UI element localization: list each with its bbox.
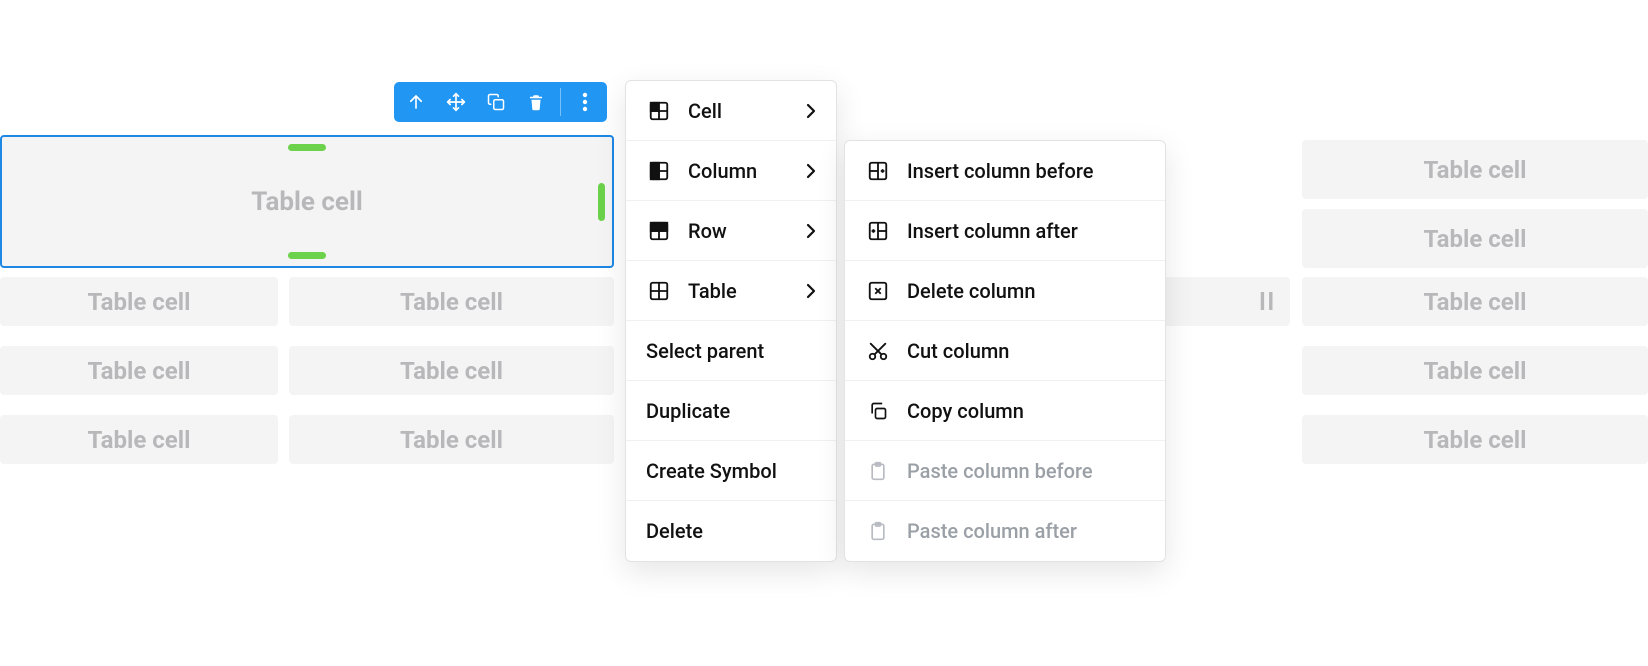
menu-item-label: Row [688,219,788,243]
table-cell-label: Table cell [1424,156,1527,184]
cell-icon [646,98,672,124]
submenu-item-label: Copy column [907,399,1145,423]
table-cell-label: Table cell [1424,288,1527,316]
menu-item-select-parent[interactable]: Select parent [626,321,836,381]
table-cell-label: Table cell [251,187,362,217]
table-cell[interactable]: Table cell [1302,209,1648,268]
menu-item-label: Create Symbol [646,459,816,483]
table-cell-label: Table cell [1424,426,1527,454]
menu-item-label: Table [688,279,788,303]
paste-icon [865,518,891,544]
table-icon [646,278,672,304]
menu-item-create-symbol[interactable]: Create Symbol [626,441,836,501]
table-cell-label: Table cell [88,288,191,316]
menu-item-label: Column [688,159,788,183]
submenu-item-copy-column[interactable]: Copy column [845,381,1165,441]
submenu-item-label: Delete column [907,279,1145,303]
copy-icon [865,398,891,424]
submenu-item-label: Cut column [907,339,1145,363]
table-cell-label: Table cell [400,426,503,454]
submenu-item-label: Paste column before [907,459,1145,483]
paste-icon [865,458,891,484]
context-menu: Cell Column Row [625,80,837,562]
menu-item-label: Select parent [646,339,816,363]
submenu-item-label: Insert column after [907,219,1145,243]
table-cell-label: Table cell [1424,225,1527,253]
chevron-right-icon [806,283,816,299]
menu-item-column[interactable]: Column [626,141,836,201]
menu-item-label: Duplicate [646,399,816,423]
table-cell[interactable]: Table cell [1302,277,1648,326]
submenu-item-paste-column-before: Paste column before [845,441,1165,501]
submenu-column: Insert column before Insert column after… [844,140,1166,562]
table-cell[interactable]: Table cell [0,415,278,464]
more-icon[interactable] [569,86,601,118]
resize-handle-right[interactable] [598,183,605,221]
submenu-item-label: Paste column after [907,519,1145,543]
menu-item-table[interactable]: Table [626,261,836,321]
selected-table-cell[interactable]: Table cell [0,135,614,268]
toolbar-separator [560,88,561,116]
table-cell[interactable]: Table cell [1302,415,1648,464]
submenu-item-delete-column[interactable]: Delete column [845,261,1165,321]
submenu-item-insert-column-before[interactable]: Insert column before [845,141,1165,201]
table-cell-label: Table cell [400,288,503,316]
selection-toolbar [394,82,607,122]
move-icon[interactable] [440,86,472,118]
cut-icon [865,338,891,364]
table-cell[interactable]: Table cell [1302,140,1648,199]
resize-handle-top[interactable] [288,144,326,151]
table-cell-label: Table cell [88,426,191,454]
menu-item-label: Cell [688,99,788,123]
row-icon [646,218,672,244]
menu-item-duplicate[interactable]: Duplicate [626,381,836,441]
table-cell-label: Table cell [400,357,503,385]
column-icon [646,158,672,184]
chevron-right-icon [806,103,816,119]
chevron-right-icon [806,163,816,179]
table-cell-label-partial: ll [1259,288,1276,316]
menu-item-label: Delete [646,519,816,543]
table-cell-label: Table cell [1424,357,1527,385]
menu-item-cell[interactable]: Cell [626,81,836,141]
table-cell[interactable]: Table cell [289,346,614,395]
delete-column-icon [865,278,891,304]
trash-icon[interactable] [520,86,552,118]
insert-column-before-icon [865,158,891,184]
menu-item-row[interactable]: Row [626,201,836,261]
table-cell[interactable]: Table cell [0,346,278,395]
table-cell[interactable]: Table cell [289,277,614,326]
submenu-item-label: Insert column before [907,159,1145,183]
resize-handle-bottom[interactable] [288,252,326,259]
table-cell[interactable]: Table cell [1302,346,1648,395]
submenu-item-insert-column-after[interactable]: Insert column after [845,201,1165,261]
insert-column-after-icon [865,218,891,244]
menu-item-delete[interactable]: Delete [626,501,836,561]
submenu-item-cut-column[interactable]: Cut column [845,321,1165,381]
chevron-right-icon [806,223,816,239]
table-cell-label: Table cell [88,357,191,385]
table-cell[interactable]: Table cell [289,415,614,464]
table-cell[interactable]: Table cell [0,277,278,326]
copy-icon[interactable] [480,86,512,118]
arrow-up-icon[interactable] [400,86,432,118]
submenu-item-paste-column-after: Paste column after [845,501,1165,561]
